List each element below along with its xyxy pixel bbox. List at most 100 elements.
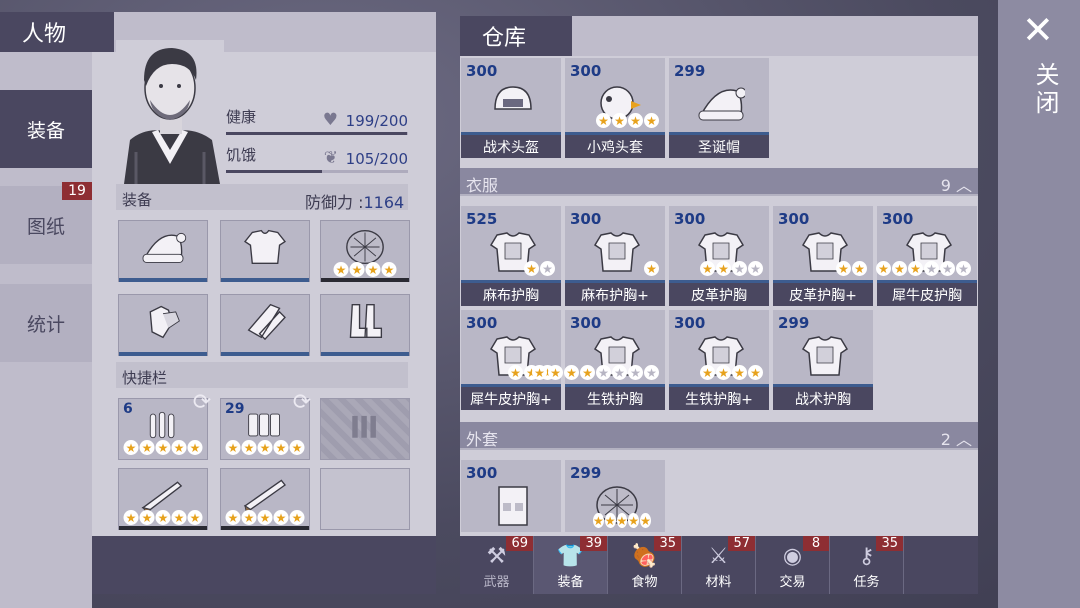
gloves-icon — [149, 305, 180, 339]
star-icon: ★ — [524, 261, 539, 276]
star-icon: ★ — [644, 113, 659, 128]
star-icon: ★ — [241, 440, 257, 455]
equipment-slot[interactable] — [118, 294, 208, 356]
linen-chest-plus-icon — [593, 232, 641, 272]
tab-stats[interactable]: 统计 — [0, 284, 92, 362]
item-quantity: 300 — [466, 314, 498, 332]
coat-category-row[interactable]: 外套 2 ︿ — [460, 422, 978, 450]
wood-icon: ⚔ — [708, 544, 729, 569]
star-icon: ★ — [616, 513, 628, 528]
star-icon: ★ — [257, 440, 273, 455]
star-rating: ★ ★ ★ ★ ★ — [225, 440, 305, 455]
star-icon: ★ — [123, 440, 139, 455]
star-rating: ★ ★ — [836, 261, 867, 276]
chevron-up-icon: ︿ — [955, 176, 972, 195]
bottom-tab-key[interactable]: ⚷ 任务 35 — [830, 536, 904, 594]
item-name: 麻布护胸 — [461, 280, 561, 306]
equipment-slot[interactable] — [320, 294, 410, 356]
equipment-slot[interactable]: ★ ★ ★ ★ — [320, 220, 410, 282]
character-panel-footer — [92, 536, 436, 594]
bottom-tab-count: 69 — [506, 536, 533, 551]
star-icon: ★ — [241, 510, 257, 525]
item-name: 犀牛皮护胸 — [877, 280, 977, 306]
warehouse-item[interactable]: 299 圣诞帽 — [669, 58, 769, 158]
tab-equipment-label: 装备 — [26, 119, 65, 142]
close-icon[interactable]: ✕ — [1022, 8, 1054, 52]
bottom-tab-meat[interactable]: 🍖 食物 35 — [608, 536, 682, 594]
bottom-tab-wood[interactable]: ⚔ 材料 57 — [682, 536, 756, 594]
bottom-tab-shirt[interactable]: 👕 装备 39 — [534, 536, 608, 594]
star-icon: ★ — [876, 261, 891, 276]
star-empty-icon: ★ — [540, 261, 555, 276]
hunger-value: 105/200 — [345, 150, 408, 168]
quickbar-slot[interactable] — [320, 468, 410, 530]
star-empty-icon: ★ — [748, 261, 763, 276]
star-icon: ★ — [155, 510, 171, 525]
star-rating: ★ ★ ★ ★ ★ — [593, 513, 651, 528]
clothes-category-row[interactable]: 衣服 9 ︿ — [460, 168, 978, 196]
bottom-tab-label: 交易 — [779, 575, 806, 590]
star-icon: ★ — [852, 261, 867, 276]
item-name: 生铁护胸+ — [669, 384, 769, 410]
bottom-tab-axe[interactable]: ⚒ 武器 69 — [460, 536, 534, 594]
star-empty-icon: ★ — [940, 261, 955, 276]
swap-icon[interactable]: ⟳ — [288, 388, 316, 416]
slot-durability-bar — [119, 526, 207, 530]
double-barrel-shotgun-icon — [243, 479, 286, 515]
warehouse-item[interactable]: 300 ★ ★ 皮革护胸+ — [773, 206, 873, 306]
warehouse-item[interactable]: 300 — [461, 460, 561, 532]
health-value: 199/200 — [345, 112, 408, 130]
warehouse-item[interactable]: 300★★★犀牛皮护胸+ — [461, 310, 561, 410]
quickbar-slot[interactable]: ★ ★ ★ ★ ★ — [220, 468, 310, 530]
star-rating: ★ ★ ★ ★ ★ — [123, 440, 203, 455]
star-empty-icon: ★ — [924, 261, 939, 276]
bottom-tab-coin[interactable]: ◉ 交易 8 — [756, 536, 830, 594]
equipment-slot[interactable] — [118, 220, 208, 282]
boots-icon — [349, 303, 383, 339]
star-rating: ★ — [644, 261, 659, 276]
close-button[interactable]: 关闭 — [1028, 62, 1063, 118]
hunger-bar-fill — [226, 170, 322, 173]
warehouse-item[interactable]: 300 ★ ★ ★ ★ ★ ★ 犀牛皮护胸 — [876, 206, 977, 306]
blueprints-count-badge: 19 — [62, 182, 92, 200]
swap-icon[interactable]: ⟳ — [188, 388, 216, 416]
hunger-label: 饥饿 — [226, 146, 257, 164]
bottom-tab-label: 材料 — [705, 575, 732, 590]
tab-blueprints-label: 图纸 — [26, 215, 65, 238]
turtle-shell-icon — [346, 229, 384, 265]
defense-label: 防御力 :1164 — [305, 189, 404, 213]
star-icon: ★ — [836, 261, 851, 276]
star-rating: ★ ★ ★ ★ — [700, 365, 763, 380]
warehouse-item[interactable]: 299 战术护胸 — [773, 310, 873, 410]
health-bar-fill — [226, 132, 408, 135]
tab-equipment[interactable]: 装备 — [0, 90, 92, 168]
equipment-slot[interactable] — [220, 294, 310, 356]
item-name: 皮革护胸 — [669, 280, 769, 306]
quickbar-slot[interactable] — [320, 398, 410, 460]
star-icon: ★ — [171, 440, 187, 455]
warehouse-item[interactable]: 300 ★ 麻布护胸+ — [565, 206, 665, 306]
star-rating: ★ ★ ★ ★ ★ — [225, 510, 305, 525]
star-icon: ★ — [716, 365, 731, 380]
warehouse-item[interactable]: 300 ★ ★ ★ ★ 小鸡头套 — [565, 58, 665, 158]
warehouse-item[interactable]: 300 ★ ★ ★ ★ 皮革护胸 — [669, 206, 769, 306]
quickbar-label: 快捷栏 — [122, 369, 168, 387]
warehouse-title-strip — [572, 16, 978, 56]
item-quantity: 300 — [674, 210, 706, 228]
warehouse-item[interactable]: 299 ★ ★ ★ ★ ★ — [565, 460, 665, 532]
chest-armor-icon — [244, 229, 286, 265]
warehouse-item[interactable]: 300 ★ ★ ★ ★ 生铁护胸+ — [669, 310, 769, 410]
item-name: 犀牛皮护胸+ — [461, 384, 561, 410]
chevron-up-icon: ︿ — [955, 430, 972, 449]
warehouse-item[interactable]: 525 ★ ★ 麻布护胸 — [461, 206, 561, 306]
star-rating: ★ ★ ★ ★ ★ — [123, 510, 203, 525]
warehouse-item[interactable]: 300 ★ ★ ★ ★ ★ ★ ★ ★ 生铁护胸 — [532, 310, 665, 410]
equipment-slot[interactable] — [220, 220, 310, 282]
star-rating: ★ ★ ★ ★ ★ ★ — [876, 261, 971, 276]
star-icon: ★ — [628, 513, 640, 528]
tab-blueprints[interactable]: 图纸 19 — [0, 182, 92, 264]
item-quantity: 300 — [466, 62, 498, 80]
quickbar-slot[interactable]: ★ ★ ★ ★ ★ — [118, 468, 208, 530]
warehouse-item[interactable]: 300 战术头盔 — [461, 58, 561, 158]
star-icon: ★ — [381, 262, 397, 277]
